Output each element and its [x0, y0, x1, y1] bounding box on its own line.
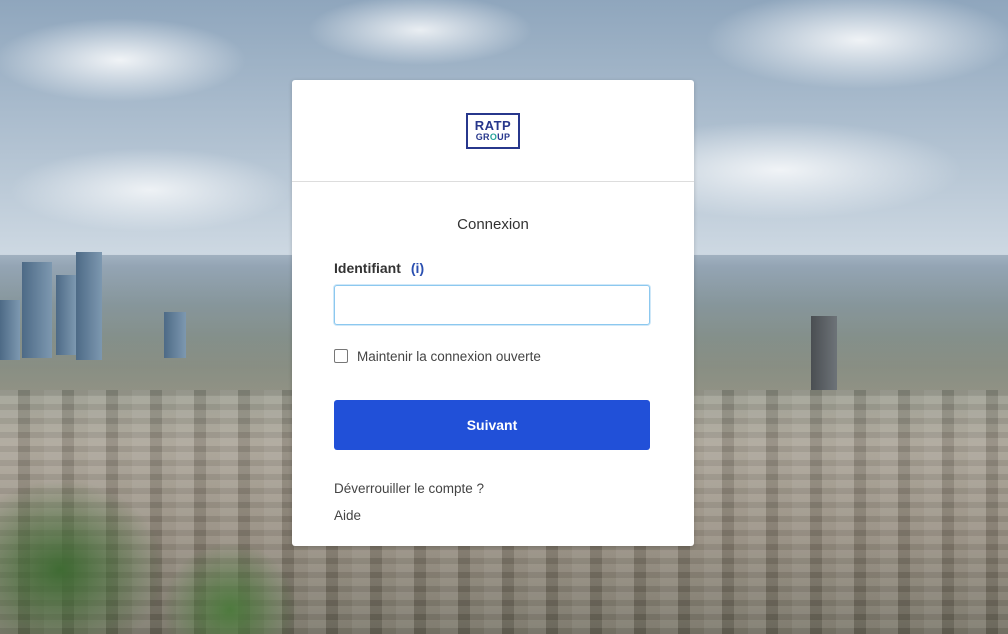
skyscraper — [76, 252, 102, 360]
help-link[interactable]: Aide — [334, 508, 652, 523]
trees — [0, 440, 300, 634]
ratp-group-logo: RATP GROUP — [466, 112, 520, 149]
skyscraper — [0, 300, 20, 360]
username-label: Identifiant — [334, 260, 401, 276]
card-header: RATP GROUP — [292, 80, 694, 182]
login-card: RATP GROUP Connexion Identifiant (i) Mai… — [292, 80, 694, 546]
form-title: Connexion — [457, 216, 529, 233]
logo-text-group: GROUP — [475, 132, 511, 142]
skyscraper — [56, 275, 76, 355]
remember-me-label: Maintenir la connexion ouverte — [357, 348, 541, 364]
unlock-account-link[interactable]: Déverrouiller le compte ? — [334, 481, 652, 496]
logo-text-ratp: RATP — [474, 118, 512, 133]
remember-me-checkbox[interactable] — [334, 349, 348, 363]
username-label-row: Identifiant (i) — [334, 259, 652, 277]
montparnasse-tower — [811, 316, 837, 390]
login-form: Connexion Identifiant (i) Maintenir la c… — [292, 216, 694, 523]
next-button[interactable]: Suivant — [334, 400, 650, 450]
skyscraper — [164, 312, 186, 358]
skyscraper — [22, 262, 52, 358]
remember-me-row: Maintenir la connexion ouverte — [334, 347, 652, 365]
info-link[interactable]: (i) — [411, 260, 424, 276]
username-input[interactable] — [334, 285, 650, 325]
